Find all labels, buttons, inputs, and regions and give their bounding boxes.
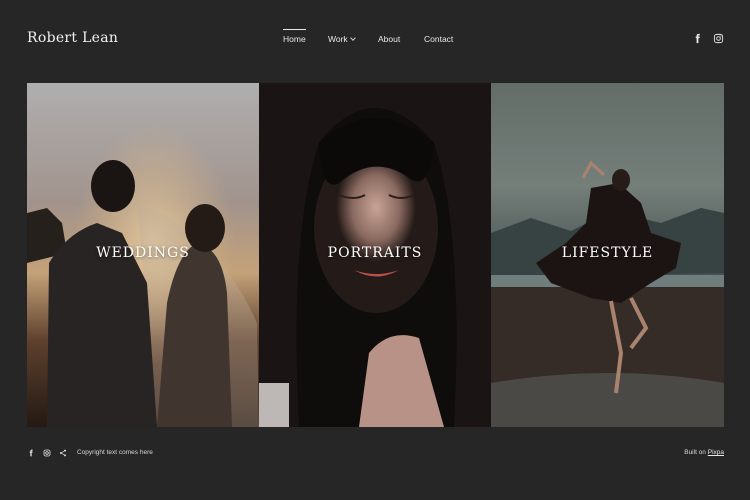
nav-work[interactable]: Work	[328, 30, 356, 48]
copyright-text: Copyright text comes here	[77, 449, 153, 456]
gallery-label-portraits: PORTRAITS	[327, 245, 423, 261]
header-social	[692, 33, 724, 44]
nav-about[interactable]: About	[378, 30, 400, 48]
chevron-down-icon	[349, 35, 356, 41]
built-on-prefix: Built on	[684, 449, 706, 456]
nav-contact[interactable]: Contact	[424, 30, 453, 48]
gallery-item-portraits[interactable]: PORTRAITS	[259, 83, 491, 427]
main-nav: Home Work About Contact	[0, 29, 750, 50]
gallery-item-weddings[interactable]: WEDDINGS	[27, 83, 259, 427]
facebook-icon[interactable]	[27, 449, 35, 457]
gallery-item-lifestyle[interactable]: LIFESTYLE	[491, 83, 724, 427]
category-gallery: WEDDINGS PORTRAITS LIFESTYLE	[27, 83, 724, 427]
gallery-label-lifestyle: LIFESTYLE	[561, 245, 654, 261]
built-on: Built on Pixpa	[684, 447, 724, 459]
nav-work-label: Work	[328, 34, 348, 44]
facebook-icon[interactable]	[692, 33, 703, 44]
share-icon[interactable]	[59, 449, 67, 457]
nav-home[interactable]: Home	[283, 29, 306, 48]
gallery-label-weddings: WEDDINGS	[96, 245, 190, 261]
instagram-icon[interactable]	[43, 449, 51, 457]
pixpa-link[interactable]: Pixpa	[708, 449, 724, 456]
footer-social	[27, 449, 67, 457]
instagram-icon[interactable]	[713, 33, 724, 44]
